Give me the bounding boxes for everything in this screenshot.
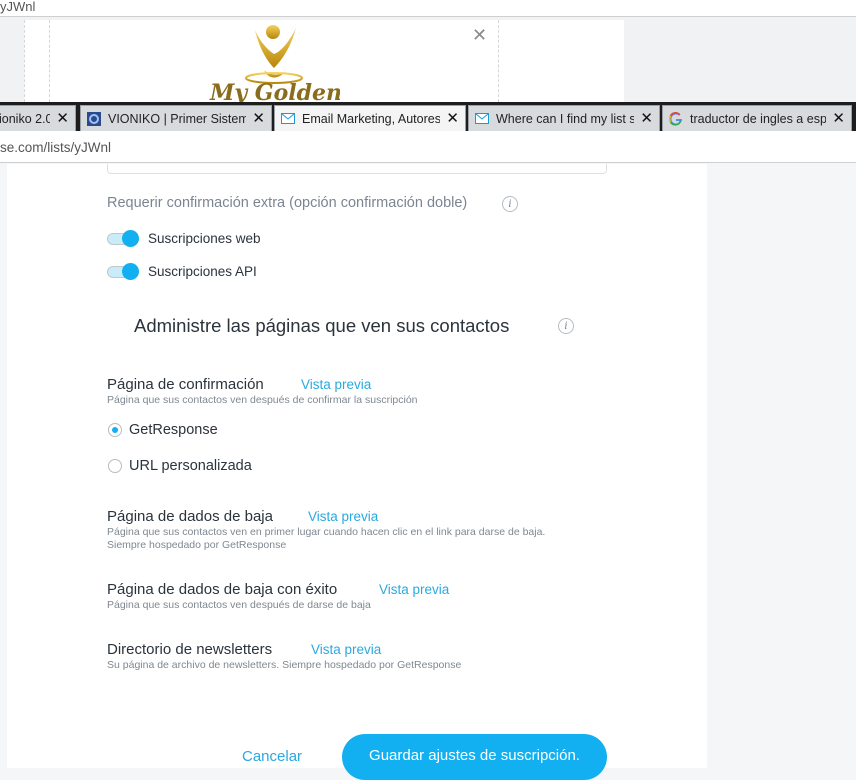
web-subscriptions-label: Suscripciones web: [148, 231, 261, 246]
tab-title: Email Marketing, Autores: [302, 112, 441, 126]
unsubscribe-success-title: Página de dados de baja con éxito: [107, 581, 338, 598]
section-title: Administre las páginas que ven sus conta…: [134, 315, 510, 336]
unsubscribe-preview-link[interactable]: Vista previa: [308, 509, 378, 524]
background-address-bar: yJWnl: [0, 0, 856, 17]
newsletter-directory-preview-link[interactable]: Vista previa: [311, 642, 381, 657]
save-subscription-settings-button[interactable]: Guardar ajustes de suscripción.: [342, 734, 607, 780]
radio-custom-url-label: URL personalizada: [129, 458, 252, 474]
background-guide-column: [24, 20, 50, 102]
tab-title: ioniko 2.0: [0, 111, 51, 126]
tab-close-icon[interactable]: ✕: [252, 111, 265, 126]
confirmation-page-title: Página de confirmación: [107, 376, 264, 393]
confirmation-page-desc: Página que sus contactos ven después de …: [107, 394, 418, 406]
tab-close-icon[interactable]: ✕: [640, 111, 653, 126]
page-background-right: [707, 164, 856, 768]
toggle-knob: [122, 230, 139, 247]
mail-icon: [475, 112, 489, 126]
unsubscribe-page-title: Página de dados de baja: [107, 508, 273, 525]
cancel-button[interactable]: Cancelar: [242, 748, 302, 765]
tab-close-icon[interactable]: ✕: [446, 111, 459, 126]
background-url: yJWnl: [0, 0, 36, 14]
tab-title: VIONIKO | Primer Sistema: [108, 111, 247, 126]
web-subscriptions-toggle[interactable]: [107, 230, 139, 247]
unsubscribe-page-desc-hosted: Siempre hospedado por GetResponse: [107, 539, 287, 551]
background-guide-column: [498, 20, 624, 102]
address-url: se.com/lists/yJWnl: [0, 140, 112, 155]
vioniko-favicon-icon: [87, 111, 101, 126]
background-close-icon[interactable]: ✕: [472, 26, 487, 44]
tab-email-marketing[interactable]: Email Marketing, Autores ✕: [274, 105, 466, 132]
tab-where-can-i-find[interactable]: Where can I find my list s ✕: [468, 105, 660, 131]
tab-close-icon[interactable]: ✕: [832, 111, 845, 126]
unsubscribe-success-preview-link[interactable]: Vista previa: [379, 582, 449, 597]
newsletter-directory-title: Directorio de newsletters: [107, 641, 273, 658]
info-icon[interactable]: i: [502, 196, 518, 212]
tab-ioniko[interactable]: ioniko 2.0 ✕: [0, 105, 76, 131]
confirmation-preview-link[interactable]: Vista previa: [301, 377, 371, 392]
double-optin-label: Requerir confirmación extra (opción conf…: [107, 195, 468, 211]
api-subscriptions-toggle[interactable]: [107, 263, 139, 280]
mail-icon: [281, 112, 295, 126]
tab-title: traductor de ingles a espa: [690, 111, 827, 126]
api-subscriptions-label: Suscripciones API: [148, 264, 257, 279]
tab-traductor[interactable]: traductor de ingles a espa ✕: [662, 105, 852, 131]
radio-custom-url[interactable]: [108, 459, 122, 473]
address-bar[interactable]: se.com/lists/yJWnl: [0, 131, 856, 163]
radio-getresponse-label: GetResponse: [129, 422, 218, 438]
tab-title: Where can I find my list s: [496, 111, 635, 126]
unsubscribe-page-desc: Página que sus contactos ven en primer l…: [107, 526, 546, 538]
newsletter-directory-desc: Su página de archivo de newsletters. Sie…: [107, 659, 462, 671]
toggle-knob: [122, 263, 139, 280]
radio-getresponse[interactable]: [108, 423, 122, 437]
tab-vioniko[interactable]: VIONIKO | Primer Sistema ✕: [80, 105, 272, 131]
info-icon[interactable]: i: [558, 318, 574, 334]
logo-text: My Golden: [209, 80, 340, 102]
unsubscribe-success-desc: Página que sus contactos ven después de …: [107, 599, 371, 611]
text-input-bottom-edge[interactable]: [107, 164, 607, 174]
google-icon: [669, 111, 683, 126]
my-golden-logo: My Golden: [200, 22, 342, 106]
tab-close-icon[interactable]: ✕: [56, 111, 69, 126]
